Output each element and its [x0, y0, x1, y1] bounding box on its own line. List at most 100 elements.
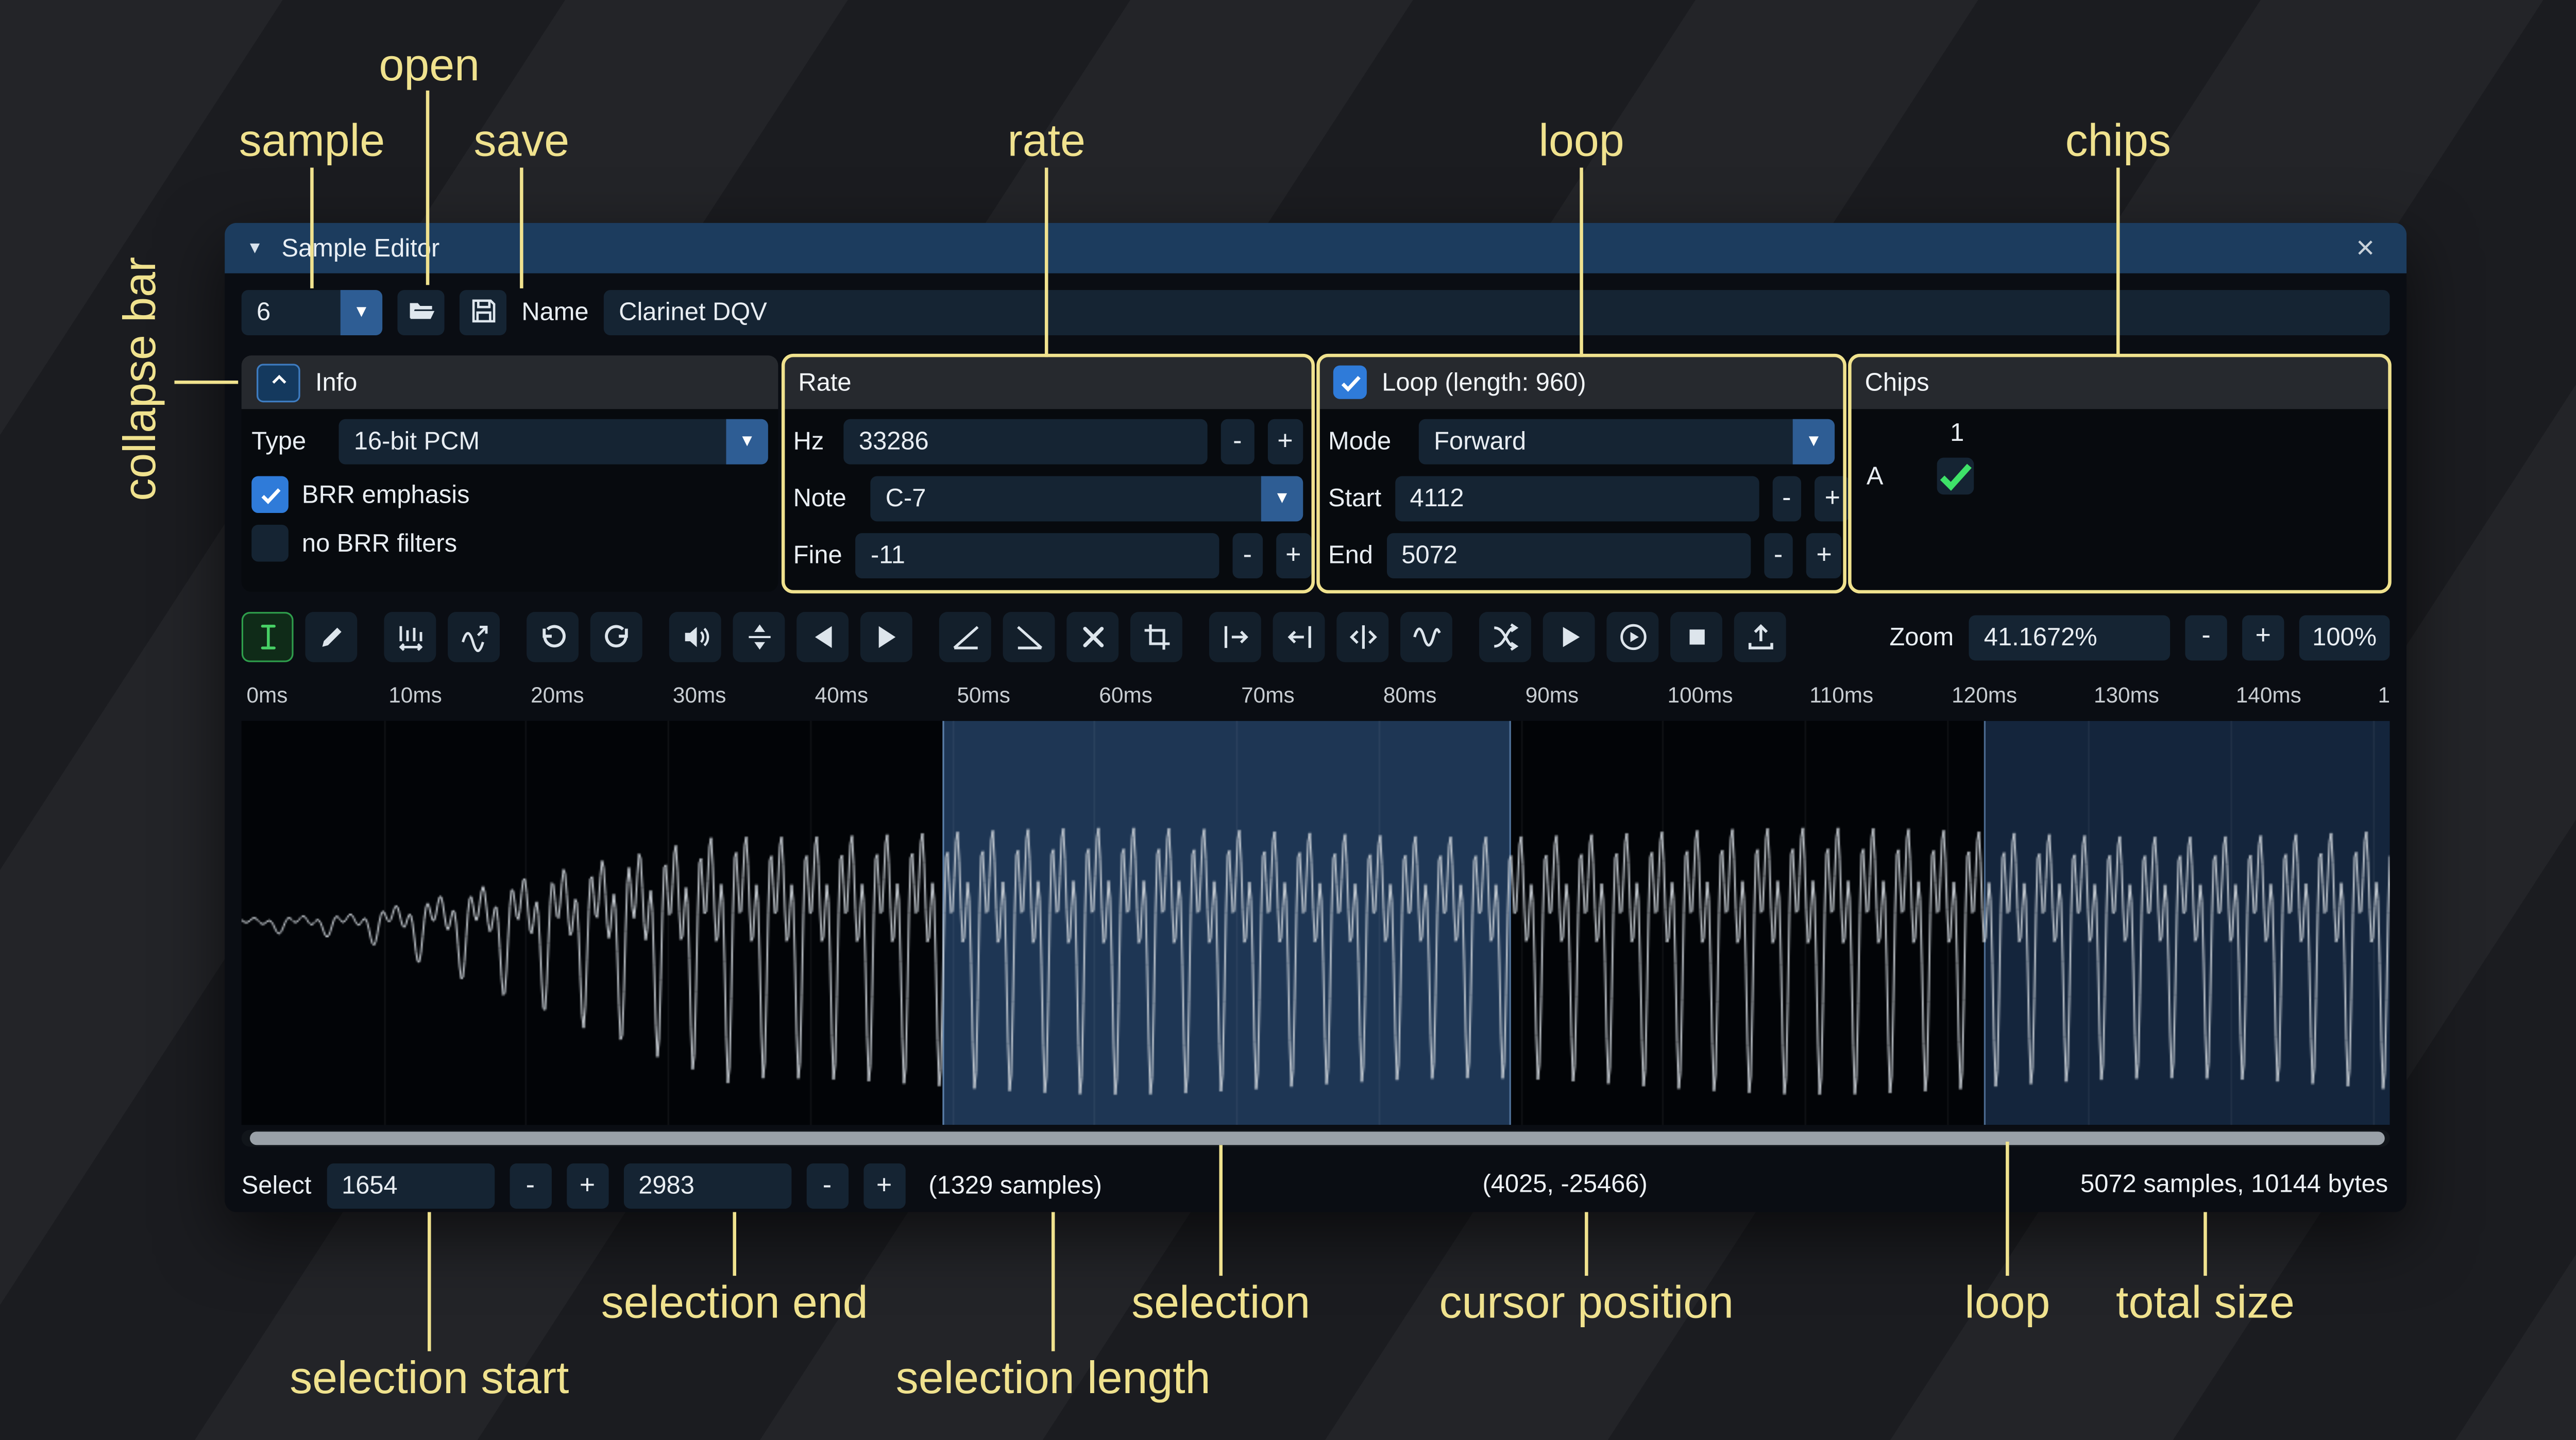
filter-button[interactable] — [1400, 612, 1452, 662]
sample-name-input[interactable] — [604, 290, 2390, 335]
annotation-selection-start: selection start — [290, 1353, 569, 1405]
note-dropdown[interactable]: C-7 ▼ — [870, 476, 1303, 521]
zoom-reset-button[interactable]: 100% — [2299, 614, 2390, 660]
preview-button[interactable] — [1543, 612, 1595, 662]
annotation-line-loop-bottom — [2006, 1142, 2009, 1276]
stop-preview-button[interactable] — [1670, 612, 1722, 662]
zoom-input[interactable] — [1969, 614, 2170, 660]
crossfade-loop-button[interactable] — [1479, 612, 1531, 662]
selection-end-plus-button[interactable]: + — [863, 1163, 905, 1209]
selection-start-minus-button[interactable]: - — [510, 1163, 551, 1209]
annotation-loop-bottom: loop — [1964, 1277, 2050, 1329]
fine-minus-button[interactable]: - — [1233, 533, 1262, 578]
timeline-label: 150ms — [2378, 682, 2390, 708]
select-label: Select — [242, 1172, 312, 1200]
note-label: Note — [793, 485, 857, 513]
annotation-line-chips — [2116, 168, 2120, 357]
resample-button[interactable] — [448, 612, 500, 662]
annotation-selection: selection — [1131, 1277, 1310, 1329]
fade-out-button[interactable] — [1003, 612, 1055, 662]
info-header: Info — [242, 355, 778, 409]
scrollbar-thumb[interactable] — [250, 1132, 2385, 1145]
brr-emphasis-checkbox[interactable] — [251, 476, 289, 513]
hz-minus-button[interactable]: - — [1221, 419, 1254, 465]
window-collapse-icon[interactable]: ▼ — [246, 239, 263, 258]
loop-start-input[interactable] — [1395, 476, 1758, 521]
dropdown-arrow-icon: ▼ — [1261, 476, 1303, 521]
timeline-label: 30ms — [673, 682, 726, 708]
amplify-button[interactable] — [669, 612, 721, 662]
fine-input[interactable] — [856, 533, 1219, 578]
delete-icon — [1077, 622, 1108, 653]
redo-button[interactable] — [590, 612, 642, 662]
file-row: 6 ▼ Name — [225, 273, 2406, 335]
fine-plus-button[interactable]: + — [1276, 533, 1311, 578]
toolbar-group — [527, 612, 642, 662]
chip-enable-checkbox[interactable] — [1937, 458, 1974, 495]
annotation-line-rate — [1045, 168, 1048, 357]
selection-start-plus-button[interactable]: + — [566, 1163, 608, 1209]
sample-selector[interactable]: 6 ▼ — [242, 290, 382, 335]
draw-mode-button[interactable] — [305, 612, 357, 662]
annotation-line-save — [520, 168, 523, 288]
waveform-scrollbar[interactable] — [242, 1130, 2390, 1147]
save-button[interactable] — [460, 290, 506, 335]
window-title: Sample Editor — [282, 234, 440, 262]
normalize-button[interactable] — [733, 612, 785, 662]
collapse-bar-button[interactable] — [257, 363, 300, 402]
loop-end-plus-button[interactable]: + — [1806, 533, 1842, 578]
selection-start-input[interactable] — [327, 1163, 495, 1209]
dropdown-arrow-icon: ▼ — [726, 419, 768, 465]
loop-end-minus-button[interactable]: - — [1764, 533, 1792, 578]
type-dropdown[interactable]: 16-bit PCM ▼ — [339, 419, 768, 465]
resize-button[interactable] — [384, 612, 436, 662]
total-size-text: 5072 samples, 10144 bytes — [2080, 1170, 2388, 1198]
panels-row: Info Type 16-bit PCM ▼ BRR emphasis — [225, 355, 2406, 592]
fade-in-button[interactable] — [939, 612, 991, 662]
stop-preview-icon — [1681, 622, 1711, 653]
preview-dry-button[interactable] — [1606, 612, 1658, 662]
titlebar: ▼ Sample Editor × — [225, 223, 2406, 273]
loop-start-minus-button[interactable]: - — [1772, 476, 1801, 521]
selection-end-minus-button[interactable]: - — [806, 1163, 848, 1209]
reverse-button[interactable] — [796, 612, 849, 662]
timeline-label: 120ms — [1952, 682, 2017, 708]
open-button[interactable] — [397, 290, 444, 335]
waveform-view — [242, 721, 2390, 1125]
insert-point-button[interactable] — [1336, 612, 1388, 662]
normalize-icon — [744, 622, 774, 653]
loop-enable-checkbox[interactable] — [1333, 366, 1367, 399]
loop-mode-dropdown[interactable]: Forward ▼ — [1419, 419, 1835, 465]
info-panel: Info Type 16-bit PCM ▼ BRR emphasis — [242, 355, 778, 592]
select-mode-button[interactable] — [242, 612, 294, 662]
preview-icon — [1554, 622, 1584, 653]
name-label: Name — [521, 298, 588, 327]
annotation-line-selection-end — [733, 1212, 736, 1276]
waveform-canvas[interactable] — [242, 721, 2390, 1125]
hz-label: Hz — [793, 427, 831, 456]
undo-button[interactable] — [527, 612, 579, 662]
hz-plus-button[interactable]: + — [1267, 419, 1303, 465]
selection-end-input[interactable] — [623, 1163, 791, 1209]
trim-button[interactable] — [1130, 612, 1182, 662]
loop-end-input[interactable] — [1386, 533, 1750, 578]
hz-input[interactable] — [844, 419, 1208, 465]
loop-start-label: Start — [1328, 485, 1381, 513]
apply-silence-button[interactable] — [1273, 612, 1325, 662]
delete-button[interactable] — [1066, 612, 1118, 662]
zoom-in-button[interactable]: + — [2242, 614, 2284, 660]
zoom-out-button[interactable]: - — [2185, 614, 2227, 660]
annotation-line-cursor-position — [1585, 1212, 1588, 1276]
upload-to-chip-button[interactable] — [1734, 612, 1786, 662]
no-brr-filters-checkbox[interactable] — [251, 525, 289, 562]
crossfade-loop-icon — [1490, 622, 1520, 653]
annotation-total-size: total size — [2116, 1277, 2295, 1329]
toolbar-group — [1209, 612, 1452, 662]
invert-button[interactable] — [860, 612, 912, 662]
insert-silence-button[interactable] — [1209, 612, 1261, 662]
toolbar-groups — [242, 612, 1786, 662]
timeline-label: 100ms — [1668, 682, 1733, 708]
status-row: Select - + - + (1329 samples) (4025, -25… — [225, 1146, 2406, 1208]
loop-start-plus-button[interactable]: + — [1815, 476, 1850, 521]
close-button[interactable]: × — [2346, 231, 2385, 266]
